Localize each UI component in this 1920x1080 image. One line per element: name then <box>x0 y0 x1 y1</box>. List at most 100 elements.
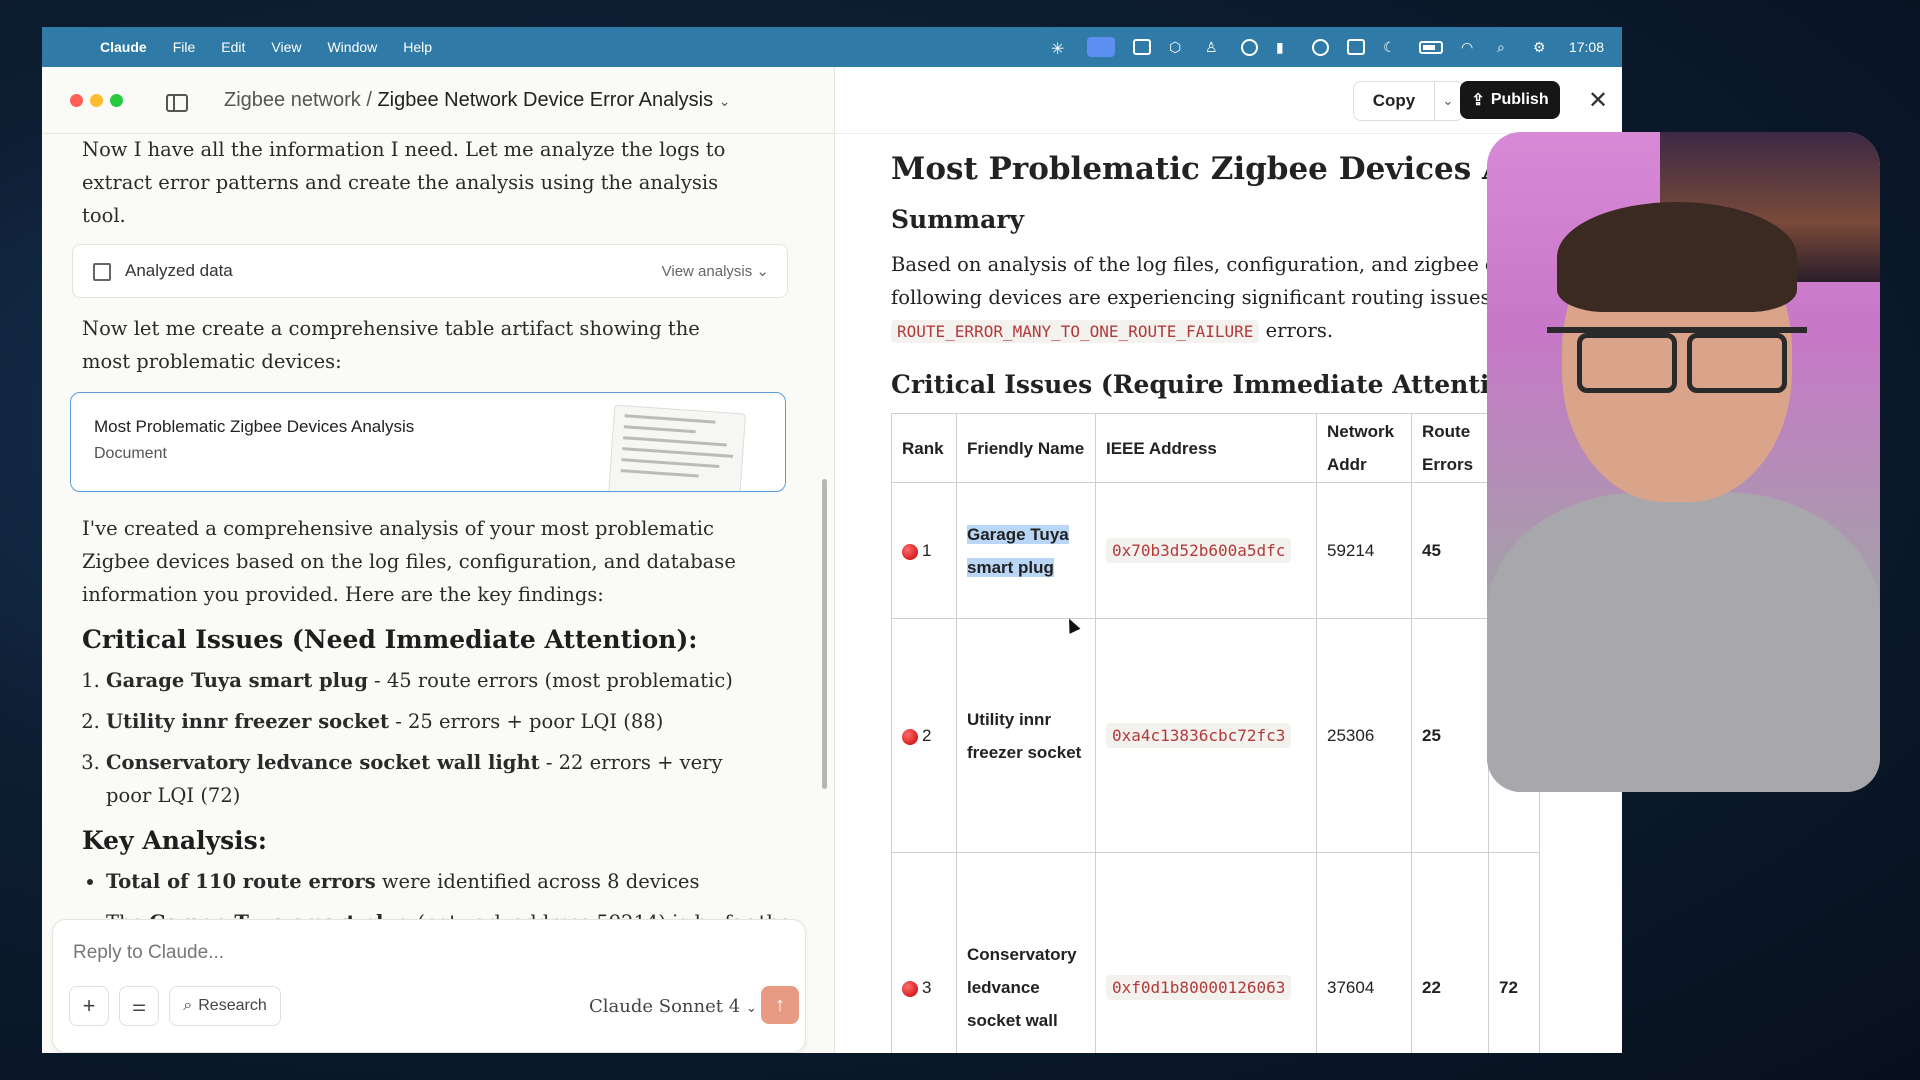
breadcrumb-separator: / <box>366 89 372 111</box>
tools-button[interactable]: ⚌ <box>119 986 159 1026</box>
sync-icon[interactable] <box>1311 38 1329 56</box>
message-para3: I've created a comprehensive analysis of… <box>82 517 736 606</box>
sparkle-icon[interactable]: ✳ <box>1051 39 1069 58</box>
menu-bar: Claude File Edit View Window Help ✳ ⬡ ♙ … <box>42 27 1622 67</box>
clipboard-icon[interactable] <box>1346 39 1365 55</box>
clock[interactable]: 17:08 <box>1569 39 1604 55</box>
red-circle-icon <box>902 728 918 745</box>
list-item: Total of 110 route errors were identifie… <box>106 865 802 898</box>
network-addr-cell: 37604 <box>1316 852 1412 1053</box>
copy-button[interactable]: Copy <box>1353 81 1435 121</box>
friendly-name-cell: Utility innr freezer socket <box>956 618 1096 853</box>
wifi-icon[interactable]: ◠ <box>1461 39 1479 55</box>
breadcrumb-conversation-title[interactable]: Zigbee Network Device Error Analysis <box>377 89 713 111</box>
list-item: Garage Tuya smart plug - 45 route errors… <box>106 664 802 697</box>
message-intro: Now I have all the information I need. L… <box>82 138 726 227</box>
plus-icon: + <box>82 993 96 1018</box>
title-bar: Zigbee network / Zigbee Network Device E… <box>42 67 834 134</box>
screen-share-icon[interactable] <box>1086 37 1115 57</box>
menu-view[interactable]: View <box>271 39 301 55</box>
timer-icon[interactable] <box>1240 38 1258 56</box>
col-ieee-address: IEEE Address <box>1095 413 1317 483</box>
spotlight-search-icon[interactable]: ⌕ <box>1497 39 1515 55</box>
chevron-down-icon: ⌄ <box>1442 93 1454 108</box>
friendly-name-cell: Conservatory ledvance socket wall <box>956 852 1096 1053</box>
table-row: 3 Conservatory ledvance socket wall 0xf0… <box>891 852 1540 1053</box>
chevron-down-icon: ⌄ <box>745 1001 757 1016</box>
table-row: 1 Garage Tuya smart plug 0x70b3d52b600a5… <box>891 482 1540 619</box>
control-center-icon[interactable]: ⚙ <box>1533 39 1551 55</box>
ieee-cell: 0xf0d1b80000126063 <box>1095 852 1317 1053</box>
error-code: ROUTE_ERROR_MANY_TO_ONE_ROUTE_FAILURE <box>891 320 1260 343</box>
ieee-cell: 0x70b3d52b600a5dfc <box>1095 482 1317 619</box>
model-selector[interactable]: Claude Sonnet 4 ⌄ <box>589 996 757 1017</box>
device-icon[interactable]: ▮ <box>1276 39 1294 55</box>
webcam-overlay <box>1487 132 1880 792</box>
font-app-icon[interactable] <box>1132 39 1151 55</box>
rank-cell: 3 <box>891 852 957 1053</box>
chat-scrollbar[interactable] <box>822 479 827 789</box>
artifact-card-type: Document <box>94 445 167 462</box>
rank-cell: 2 <box>891 618 957 853</box>
search-icon: ⌕ <box>183 997 193 1014</box>
col-network-addr: Network Addr <box>1316 413 1412 483</box>
add-attachment-button[interactable]: + <box>69 986 109 1026</box>
reply-input[interactable]: Reply to Claude... <box>73 942 224 964</box>
clipboard-icon <box>93 263 111 281</box>
chevron-down-icon[interactable]: ⌄ <box>719 93 731 109</box>
critical-issues-heading: Critical Issues (Need Immediate Attentio… <box>82 625 698 654</box>
route-errors-cell: 45 <box>1411 482 1489 619</box>
send-button[interactable]: ↑ <box>761 986 799 1024</box>
network-addr-cell: 25306 <box>1316 618 1412 853</box>
cube-icon[interactable]: ⬡ <box>1169 39 1187 55</box>
menu-edit[interactable]: Edit <box>221 39 245 55</box>
col-rank: Rank <box>891 413 957 483</box>
table-row: 2 Utility innr freezer socket 0xa4c13836… <box>891 618 1540 853</box>
red-circle-icon <box>902 980 918 997</box>
col-friendly-name: Friendly Name <box>956 413 1096 483</box>
analyzed-data-label: Analyzed data <box>125 261 233 280</box>
moon-icon[interactable]: ☾ <box>1383 39 1401 55</box>
breadcrumb-project[interactable]: Zigbee network <box>224 89 361 111</box>
app-window: Zigbee network / Zigbee Network Device E… <box>42 67 1622 1053</box>
route-errors-cell: 25 <box>1411 618 1489 853</box>
critical-issues-list: Garage Tuya smart plug - 45 route errors… <box>82 664 802 812</box>
research-button[interactable]: ⌕ Research <box>169 986 281 1026</box>
extra-cell: 72 <box>1488 852 1540 1053</box>
menu-help[interactable]: Help <box>403 39 432 55</box>
menu-file[interactable]: File <box>173 39 196 55</box>
battery-icon[interactable] <box>1418 40 1443 54</box>
menu-window[interactable]: Window <box>327 39 377 55</box>
analyzed-data-block[interactable]: Analyzed data View analysis ⌄ <box>72 244 788 298</box>
message-para2: Now let me create a comprehensive table … <box>82 317 700 373</box>
view-analysis-toggle[interactable]: View analysis ⌄ <box>662 262 769 280</box>
sidebar-toggle-icon[interactable] <box>166 94 188 112</box>
friendly-name-cell[interactable]: Garage Tuya smart plug <box>956 482 1096 619</box>
menu-app-name[interactable]: Claude <box>100 39 147 55</box>
close-window-button[interactable] <box>70 94 83 107</box>
publish-button[interactable]: ⇪ Publish <box>1460 81 1560 119</box>
ieee-cell: 0xa4c13836cbc72fc3 <box>1095 618 1317 853</box>
artifact-thumbnail <box>607 404 747 491</box>
zoom-window-button[interactable] <box>110 94 123 107</box>
col-route-errors: Route Errors <box>1411 413 1489 483</box>
table-header-row: Rank Friendly Name IEEE Address Network … <box>891 413 1540 483</box>
device-table: Rank Friendly Name IEEE Address Network … <box>891 413 1540 1053</box>
rank-cell: 1 <box>891 482 957 619</box>
close-icon[interactable]: ✕ <box>1583 81 1613 119</box>
minimize-window-button[interactable] <box>90 94 103 107</box>
chat-pane: Zigbee network / Zigbee Network Device E… <box>42 67 835 1053</box>
list-item: Utility innr freezer socket - 25 errors … <box>106 705 802 738</box>
artifact-card-title: Most Problematic Zigbee Devices Analysis <box>94 417 415 436</box>
route-errors-cell: 22 <box>1411 852 1489 1053</box>
chat-messages: Now I have all the information I need. L… <box>70 133 802 947</box>
presenter-hair <box>1557 202 1797 312</box>
presenter-shirt <box>1487 492 1880 792</box>
share-icon: ⇪ <box>1471 92 1485 109</box>
list-item: Conservatory ledvance socket wall light … <box>106 746 746 812</box>
red-circle-icon <box>902 543 918 560</box>
sliders-icon: ⚌ <box>131 998 147 1015</box>
arrow-up-icon: ↑ <box>775 993 785 1016</box>
figure-icon[interactable]: ♙ <box>1205 39 1223 55</box>
artifact-card[interactable]: Most Problematic Zigbee Devices Analysis… <box>70 392 786 492</box>
